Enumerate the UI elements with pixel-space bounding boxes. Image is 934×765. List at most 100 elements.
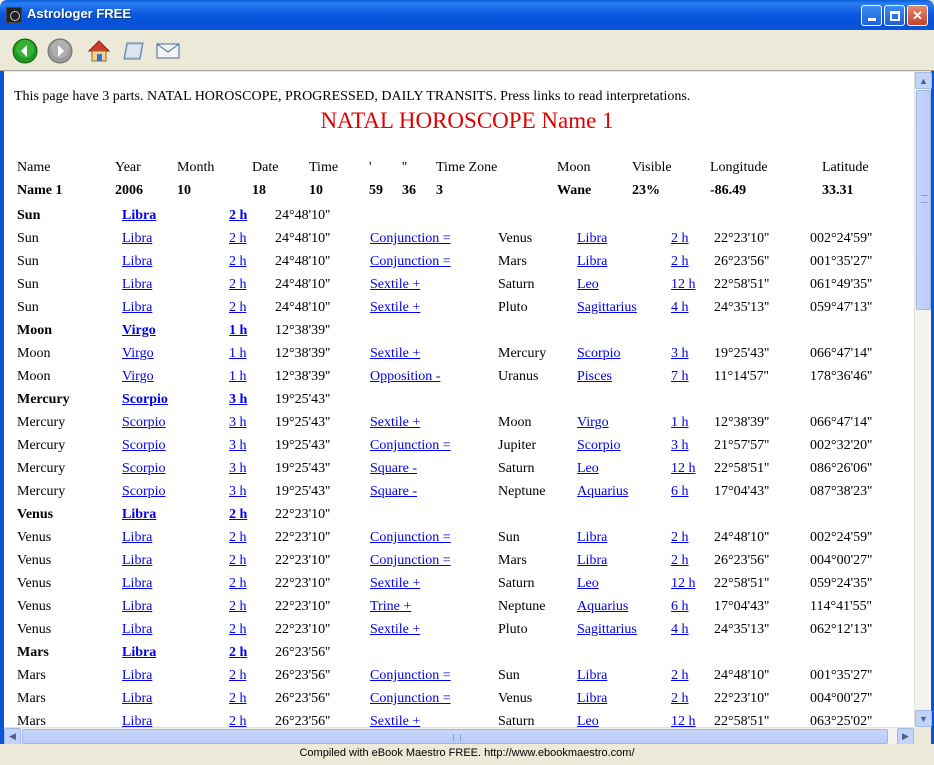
aspect-house-link[interactable]: 6 h: [671, 599, 689, 615]
sign-link[interactable]: Libra: [122, 530, 152, 546]
sign-link[interactable]: Scorpio: [122, 415, 166, 431]
sign-link[interactable]: Libra: [122, 668, 152, 684]
aspect-link[interactable]: Sextile +: [370, 415, 420, 431]
house-link[interactable]: 2 h: [229, 691, 247, 707]
aspect-house-link[interactable]: 4 h: [671, 300, 689, 316]
aspect-link[interactable]: Sextile +: [370, 576, 420, 592]
house-link[interactable]: 2 h: [229, 530, 247, 546]
aspect-link[interactable]: Conjunction =: [370, 553, 451, 569]
house-link[interactable]: 2 h: [229, 254, 247, 270]
house-link[interactable]: 3 h: [229, 438, 247, 454]
house-link[interactable]: 2 h: [229, 231, 247, 247]
house-link[interactable]: 2 h: [229, 553, 247, 569]
aspect-sign-link[interactable]: Leo: [577, 461, 599, 477]
aspect-sign-link[interactable]: Libra: [577, 530, 607, 546]
sign-link[interactable]: Virgo: [122, 346, 154, 362]
aspect-link[interactable]: Square -: [370, 461, 417, 477]
house-link[interactable]: 1 h: [229, 369, 247, 385]
aspect-sign-link[interactable]: Sagittarius: [577, 622, 637, 638]
aspect-link[interactable]: Sextile +: [370, 277, 420, 293]
aspect-link[interactable]: Sextile +: [370, 714, 420, 727]
aspect-house-link[interactable]: 3 h: [671, 438, 689, 454]
house-link[interactable]: 3 h: [229, 415, 247, 431]
aspect-link[interactable]: Sextile +: [370, 346, 420, 362]
aspect-house-link[interactable]: 3 h: [671, 346, 689, 362]
sign-link[interactable]: Libra: [122, 208, 156, 224]
aspect-house-link[interactable]: 2 h: [671, 254, 689, 270]
house-link[interactable]: 3 h: [229, 484, 247, 500]
sign-link[interactable]: Libra: [122, 691, 152, 707]
house-link[interactable]: 1 h: [229, 346, 247, 362]
house-link[interactable]: 2 h: [229, 507, 247, 523]
aspect-link[interactable]: Conjunction =: [370, 231, 451, 247]
aspect-link[interactable]: Trine +: [370, 599, 411, 615]
aspect-link[interactable]: Sextile +: [370, 300, 420, 316]
aspect-sign-link[interactable]: Sagittarius: [577, 300, 637, 316]
back-button[interactable]: [12, 38, 38, 64]
aspect-link[interactable]: Conjunction =: [370, 530, 451, 546]
house-link[interactable]: 1 h: [229, 323, 247, 339]
sign-link[interactable]: Libra: [122, 553, 152, 569]
forward-button[interactable]: [47, 38, 73, 64]
vertical-scroll-thumb[interactable]: [916, 90, 931, 310]
aspect-link[interactable]: Sextile +: [370, 622, 420, 638]
close-button[interactable]: ✕: [907, 5, 928, 26]
aspect-house-link[interactable]: 2 h: [671, 691, 689, 707]
aspect-sign-link[interactable]: Leo: [577, 277, 599, 293]
horizontal-scroll-thumb[interactable]: [22, 729, 888, 744]
scroll-left-icon[interactable]: ◀: [4, 728, 21, 745]
aspect-sign-link[interactable]: Libra: [577, 254, 607, 270]
aspect-link[interactable]: Conjunction =: [370, 668, 451, 684]
aspect-sign-link[interactable]: Leo: [577, 714, 599, 727]
aspect-house-link[interactable]: 12 h: [671, 576, 696, 592]
house-link[interactable]: 2 h: [229, 645, 247, 661]
aspect-link[interactable]: Conjunction =: [370, 438, 451, 454]
mail-button[interactable]: [155, 38, 181, 64]
house-link[interactable]: 2 h: [229, 277, 247, 293]
scroll-up-icon[interactable]: ▲: [915, 72, 932, 89]
aspect-house-link[interactable]: 4 h: [671, 622, 689, 638]
sign-link[interactable]: Scorpio: [122, 438, 166, 454]
aspect-house-link[interactable]: 2 h: [671, 231, 689, 247]
sign-link[interactable]: Libra: [122, 277, 152, 293]
aspect-link[interactable]: Conjunction =: [370, 254, 451, 270]
aspect-sign-link[interactable]: Scorpio: [577, 346, 621, 362]
sign-link[interactable]: Libra: [122, 599, 152, 615]
aspect-house-link[interactable]: 12 h: [671, 714, 696, 727]
sign-link[interactable]: Libra: [122, 714, 152, 727]
sign-link[interactable]: Libra: [122, 622, 152, 638]
house-link[interactable]: 2 h: [229, 576, 247, 592]
aspect-sign-link[interactable]: Libra: [577, 553, 607, 569]
aspect-sign-link[interactable]: Virgo: [577, 415, 609, 431]
house-link[interactable]: 2 h: [229, 599, 247, 615]
sign-link[interactable]: Virgo: [122, 323, 156, 339]
sign-link[interactable]: Virgo: [122, 369, 154, 385]
sign-link[interactable]: Libra: [122, 231, 152, 247]
aspect-house-link[interactable]: 2 h: [671, 553, 689, 569]
house-link[interactable]: 2 h: [229, 622, 247, 638]
sign-link[interactable]: Scorpio: [122, 392, 168, 408]
aspect-house-link[interactable]: 7 h: [671, 369, 689, 385]
sign-link[interactable]: Libra: [122, 254, 152, 270]
aspect-sign-link[interactable]: Leo: [577, 576, 599, 592]
aspect-link[interactable]: Opposition -: [370, 369, 440, 385]
aspect-link[interactable]: Square -: [370, 484, 417, 500]
book-button[interactable]: [121, 38, 147, 64]
house-link[interactable]: 2 h: [229, 300, 247, 316]
minimize-button[interactable]: [861, 5, 882, 26]
sign-link[interactable]: Scorpio: [122, 484, 166, 500]
aspect-link[interactable]: Conjunction =: [370, 691, 451, 707]
aspect-sign-link[interactable]: Aquarius: [577, 599, 628, 615]
home-button[interactable]: [86, 38, 112, 64]
aspect-sign-link[interactable]: Pisces: [577, 369, 612, 385]
scroll-right-icon[interactable]: ▶: [897, 728, 914, 745]
aspect-house-link[interactable]: 12 h: [671, 461, 696, 477]
aspect-house-link[interactable]: 12 h: [671, 277, 696, 293]
house-link[interactable]: 3 h: [229, 392, 247, 408]
aspect-sign-link[interactable]: Libra: [577, 231, 607, 247]
aspect-sign-link[interactable]: Aquarius: [577, 484, 628, 500]
house-link[interactable]: 2 h: [229, 714, 247, 727]
house-link[interactable]: 2 h: [229, 208, 247, 224]
house-link[interactable]: 3 h: [229, 461, 247, 477]
scroll-down-icon[interactable]: ▼: [915, 710, 932, 727]
